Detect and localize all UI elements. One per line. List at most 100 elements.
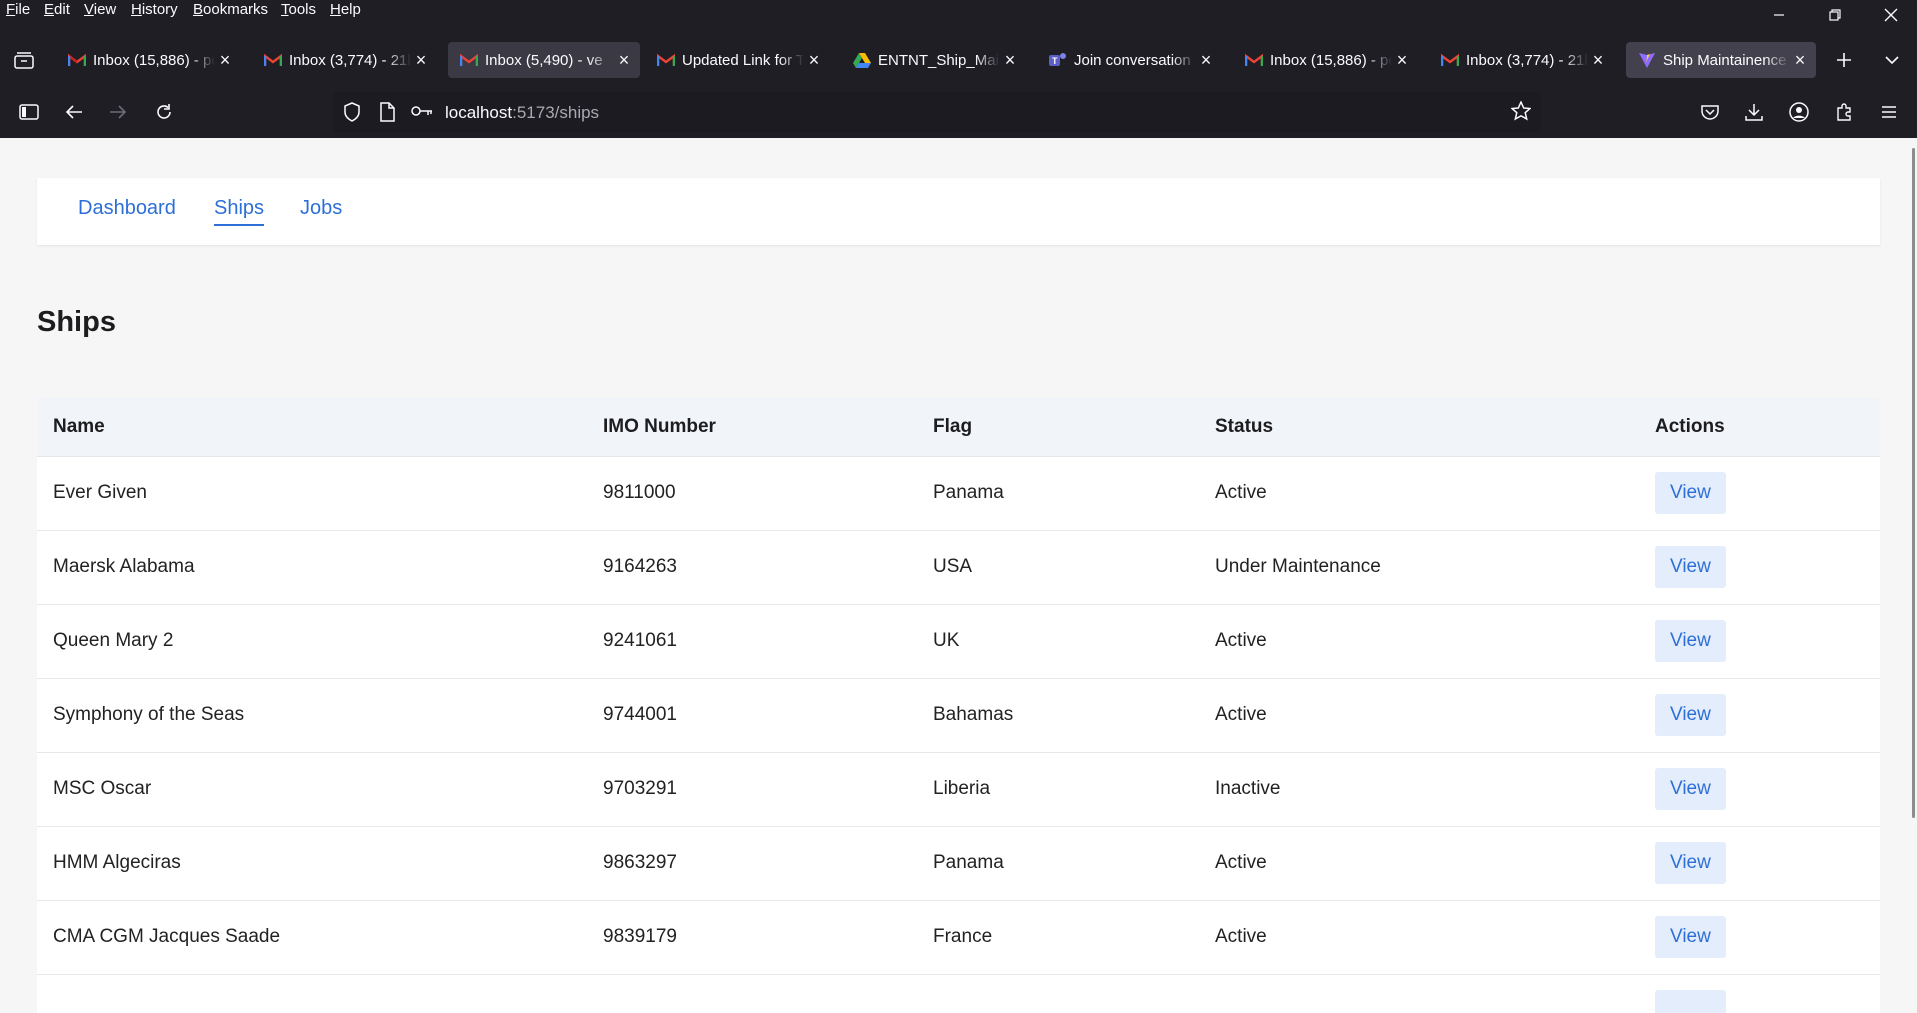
nav-dashboard-link[interactable]: Dashboard bbox=[78, 197, 176, 220]
tab-close-icon[interactable]: × bbox=[1392, 50, 1412, 71]
tab-close-icon[interactable]: × bbox=[1790, 50, 1810, 71]
menu-file[interactable]: File bbox=[6, 1, 30, 18]
menu-view[interactable]: View bbox=[84, 1, 116, 18]
ship-status: Inactive bbox=[1199, 752, 1639, 827]
tab-title: Ship Maintainence bbox=[1663, 51, 1787, 69]
minimize-button[interactable] bbox=[1756, 0, 1802, 30]
sidebar-toggle-button[interactable] bbox=[13, 96, 45, 128]
tab-updated-link[interactable]: Updated Link for Te × bbox=[645, 42, 830, 78]
tab-close-icon[interactable]: × bbox=[1588, 50, 1608, 71]
tab-inbox-4[interactable]: Inbox (15,886) - po × bbox=[1233, 42, 1418, 78]
view-button[interactable]: View bbox=[1655, 546, 1726, 588]
tab-close-icon[interactable]: × bbox=[411, 50, 431, 71]
tab-title: Inbox (15,886) - po bbox=[1270, 51, 1392, 69]
tab-title: Inbox (3,774) - 21b bbox=[1466, 51, 1588, 69]
tab-ship-maintainence[interactable]: Ship Maintainence × bbox=[1626, 42, 1816, 78]
menu-help[interactable]: Help bbox=[330, 1, 361, 18]
menu-edit[interactable]: Edit bbox=[44, 1, 70, 18]
header-status: Status bbox=[1199, 398, 1639, 457]
url-path: :5173/ships bbox=[512, 103, 600, 122]
reload-icon bbox=[157, 104, 171, 119]
header-actions: Actions bbox=[1639, 398, 1880, 457]
ship-flag: USA bbox=[917, 530, 1199, 605]
page-content: Dashboard Ships Jobs Ships Name IMO Numb… bbox=[0, 138, 1917, 1013]
actions-cell: View bbox=[1639, 456, 1880, 531]
tab-title: Inbox (3,774) - 21b bbox=[289, 51, 411, 69]
tab-close-icon[interactable]: × bbox=[1000, 50, 1020, 71]
header-name: Name bbox=[37, 398, 587, 457]
tab-close-icon[interactable]: × bbox=[1196, 50, 1216, 71]
pocket-button[interactable] bbox=[1694, 96, 1726, 128]
header-imo-number: IMO Number bbox=[587, 398, 917, 457]
ship-imo: 9703291 bbox=[587, 752, 917, 827]
menu-history[interactable]: History bbox=[131, 1, 178, 18]
url-bar[interactable]: localhost:5173/ships bbox=[333, 92, 1541, 132]
firefox-view-button[interactable] bbox=[8, 44, 40, 76]
forward-button[interactable] bbox=[102, 96, 134, 128]
tab-inbox-2[interactable]: Inbox (3,774) - 21b × bbox=[252, 42, 437, 78]
ship-status: Active bbox=[1199, 456, 1639, 531]
menu-bookmarks[interactable]: Bookmarks bbox=[193, 1, 268, 18]
account-button[interactable] bbox=[1783, 96, 1815, 128]
page-title: Ships bbox=[37, 306, 116, 338]
table-header-row: Name IMO Number Flag Status Actions bbox=[37, 398, 1880, 457]
sidebar-icon bbox=[19, 104, 39, 120]
ship-name: Ever Given bbox=[37, 456, 587, 531]
tab-inbox-3[interactable]: Inbox (5,490) - ve × bbox=[448, 42, 640, 78]
download-icon bbox=[1745, 104, 1763, 121]
view-button[interactable]: View bbox=[1655, 916, 1726, 958]
ship-name: Symphony of the Seas bbox=[37, 678, 587, 753]
ship-imo: 9839179 bbox=[587, 900, 917, 975]
extensions-button[interactable] bbox=[1828, 96, 1860, 128]
url-text[interactable]: localhost:5173/ships bbox=[445, 103, 599, 123]
actions-cell: View bbox=[1639, 900, 1880, 975]
downloads-button[interactable] bbox=[1738, 96, 1770, 128]
view-button[interactable]: View bbox=[1655, 620, 1726, 662]
tab-close-icon[interactable]: × bbox=[804, 50, 824, 71]
tab-inbox-5[interactable]: Inbox (3,774) - 21b × bbox=[1429, 42, 1614, 78]
page-scrollbar[interactable] bbox=[1912, 148, 1915, 818]
app-menu-button[interactable] bbox=[1873, 96, 1905, 128]
ship-imo: 9241061 bbox=[587, 604, 917, 679]
puzzle-icon bbox=[1837, 103, 1851, 121]
list-all-tabs-button[interactable] bbox=[1876, 44, 1908, 76]
hamburger-icon bbox=[1882, 106, 1896, 118]
tab-teams[interactable]: T Join conversation × bbox=[1037, 42, 1222, 78]
reload-button[interactable] bbox=[148, 96, 180, 128]
actions-cell: View bbox=[1639, 752, 1880, 827]
tab-drive[interactable]: ENTNT_Ship_Maint × bbox=[841, 42, 1026, 78]
header-flag: Flag bbox=[917, 398, 1199, 457]
tab-title: ENTNT_Ship_Maint bbox=[878, 51, 1000, 69]
bookmark-star-icon[interactable] bbox=[1510, 100, 1532, 126]
view-button[interactable]: View bbox=[1655, 768, 1726, 810]
view-button[interactable]: View bbox=[1655, 694, 1726, 736]
pocket-icon bbox=[1701, 105, 1719, 120]
tab-close-icon[interactable]: × bbox=[215, 50, 235, 71]
tab-close-icon[interactable]: × bbox=[614, 50, 634, 71]
view-button[interactable]: View bbox=[1655, 472, 1726, 514]
ship-imo: 9744001 bbox=[587, 678, 917, 753]
menu-tools[interactable]: Tools bbox=[281, 1, 316, 18]
view-button[interactable]: View bbox=[1655, 842, 1726, 884]
back-button[interactable] bbox=[58, 96, 90, 128]
ship-flag: Panama bbox=[917, 826, 1199, 901]
ship-status: Under Maintenance bbox=[1199, 530, 1639, 605]
ship-flag: Panama bbox=[917, 456, 1199, 531]
nav-ships-link[interactable]: Ships bbox=[214, 197, 265, 226]
nav-jobs-link[interactable]: Jobs bbox=[300, 197, 342, 220]
plus-icon bbox=[1837, 53, 1851, 67]
minimize-icon bbox=[1774, 14, 1784, 16]
page-info-icon[interactable] bbox=[379, 102, 395, 127]
google-drive-icon bbox=[853, 52, 871, 68]
navigation-toolbar: localhost:5173/ships bbox=[0, 88, 1917, 136]
close-window-button[interactable] bbox=[1868, 0, 1914, 30]
tab-bar: Inbox (15,886) - po × Inbox (3,774) - 21… bbox=[0, 42, 1917, 78]
key-icon[interactable] bbox=[411, 104, 433, 123]
tab-inbox-1[interactable]: Inbox (15,886) - po × bbox=[56, 42, 241, 78]
ship-status: Active bbox=[1199, 604, 1639, 679]
tracking-protection-shield-icon[interactable] bbox=[343, 102, 361, 127]
chevron-down-icon bbox=[1885, 56, 1899, 65]
view-button-partial[interactable]: View bbox=[1655, 990, 1726, 1013]
restore-button[interactable] bbox=[1812, 0, 1858, 30]
new-tab-button[interactable] bbox=[1828, 44, 1860, 76]
